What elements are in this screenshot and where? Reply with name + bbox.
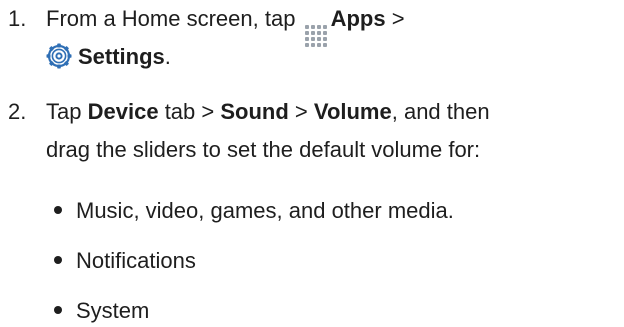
bullet-icon (54, 306, 62, 314)
settings-label: Settings (78, 44, 165, 69)
step-2-line-2: drag the sliders to set the default volu… (46, 137, 481, 162)
apps-grid-icon (304, 25, 327, 47)
apps-label: Apps (330, 6, 386, 31)
step-text: > (294, 99, 308, 124)
step-2-body: Tap Device tab > Sound > Volume, and the… (46, 93, 490, 169)
step-text: Tap (46, 99, 82, 124)
step-1-line-2: Settings. (46, 38, 405, 76)
bullet-icon (54, 256, 62, 264)
list-item: Notifications (46, 246, 196, 276)
step-text: From a Home screen, tap (46, 6, 296, 31)
settings-gear-icon (46, 43, 72, 69)
sound-label: Sound (220, 99, 289, 124)
list-item-text: Notifications (76, 248, 196, 273)
step-text: . (164, 44, 171, 69)
list-item-text: System (76, 298, 150, 323)
bullet-icon (54, 206, 62, 214)
list-item: System (46, 296, 149, 326)
step-text: tab > (164, 99, 215, 124)
step-number: 1. (8, 6, 27, 31)
device-tab-label: Device (87, 99, 159, 124)
list-item: Music, video, games, and other media. (46, 196, 454, 226)
step-2-line-1: Tap Device tab > Sound > Volume, and the… (46, 93, 490, 131)
step-number: 2. (8, 99, 27, 124)
volume-label: Volume (313, 99, 392, 124)
step-text: > (391, 6, 405, 31)
step-text: , and then (391, 99, 490, 124)
step-1: 1. From a Home screen, tap Apps > Settin… (0, 0, 624, 80)
list-item-text: Music, video, games, and other media. (76, 198, 454, 223)
step-1-line-1: From a Home screen, tap Apps > (46, 0, 405, 47)
step-1-body: From a Home screen, tap Apps > Settings. (46, 0, 405, 76)
step-2: 2. Tap Device tab > Sound > Volume, and … (0, 93, 624, 173)
